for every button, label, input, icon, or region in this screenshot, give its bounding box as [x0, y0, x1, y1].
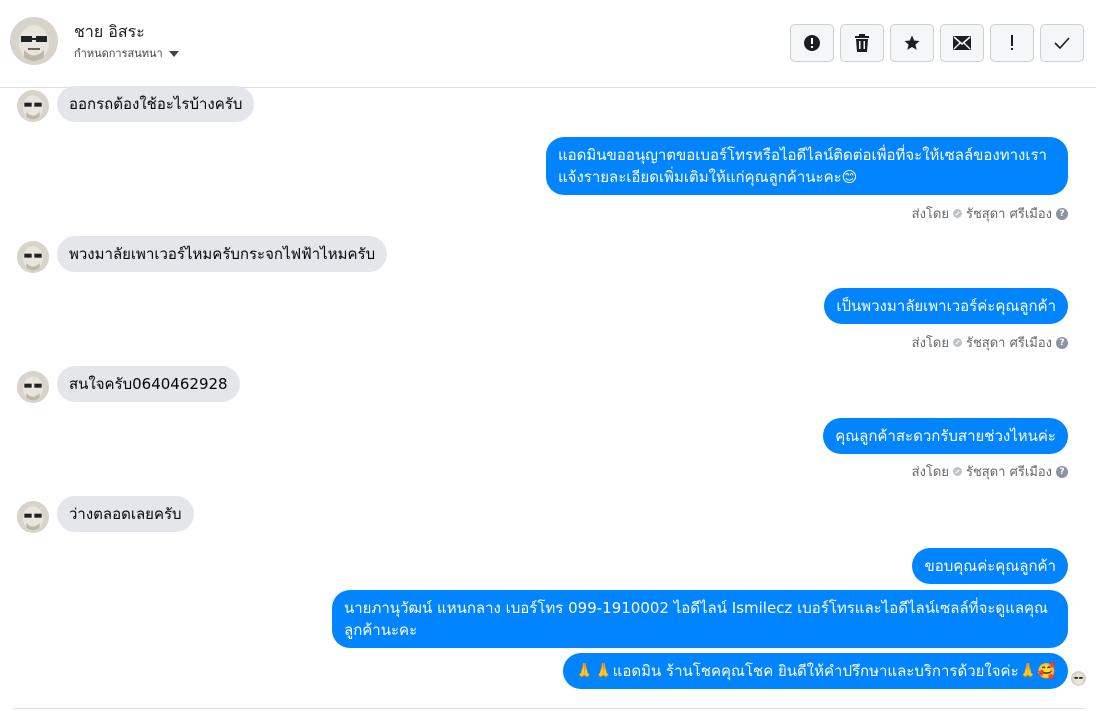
sent-by-info: ส่งโดย รัชสุดา ศรีเมือง ? — [912, 203, 1068, 224]
caret-down-icon — [168, 50, 179, 57]
incoming-message[interactable]: ออกรถต้องใช้อะไรบ้างครับ — [57, 86, 255, 122]
agent-status-icon — [952, 467, 962, 476]
contact-avatar[interactable] — [10, 17, 58, 65]
incoming-message[interactable]: สนใจครับ0640462928 — [57, 366, 240, 402]
sent-by-name[interactable]: รัชสุดา ศรีเมือง — [966, 203, 1052, 224]
mark-done-button[interactable] — [1040, 24, 1084, 62]
delete-button[interactable] — [840, 24, 884, 62]
agent-status-icon — [952, 338, 962, 347]
sent-by-info: ส่งโดย รัชสุดา ศรีเมือง ? — [912, 332, 1068, 353]
help-icon[interactable]: ? — [1056, 336, 1068, 349]
header-actions — [790, 24, 1084, 62]
mark-unread-button[interactable] — [940, 24, 984, 62]
agent-status-icon — [952, 209, 962, 218]
message-line: นายภานุวัฒน์ แหนกลาง เบอร์โทร 099-191000… — [344, 599, 1048, 617]
message-line: แอดมินขออนุญาตขอเบอร์โทรหรือไอดีไลน์ติดต… — [558, 146, 1047, 164]
contact-name: ชาย อิสระ — [74, 22, 145, 41]
outgoing-message[interactable]: คุณลูกค้าสะดวกรับสายช่วงไหนค่ะ — [823, 418, 1068, 454]
alert-circle-icon — [804, 35, 820, 51]
sent-by-prefix: ส่งโดย — [911, 336, 949, 351]
outgoing-message[interactable]: เป็นพวงมาลัยเพาเวอร์ค่ะคุณลูกค้า — [824, 288, 1068, 324]
outgoing-message[interactable]: แอดมินขออนุญาตขอเบอร์โทรหรือไอดีไลน์ติดต… — [546, 137, 1068, 195]
envelope-icon — [953, 36, 971, 50]
sent-by-name[interactable]: รัชสุดา ศรีเมือง — [966, 332, 1052, 353]
contact-avatar-small — [17, 371, 49, 403]
contact-avatar-small — [17, 90, 49, 122]
contact-avatar-small — [17, 501, 49, 533]
conversation-settings-label: กำหนดการสนทนา — [74, 47, 163, 60]
sent-by-prefix: ส่งโดย — [911, 465, 949, 480]
sent-by-info: ส่งโดย รัชสุดา ศรีเมือง ? — [912, 461, 1068, 482]
conversation-header: ชาย อิสระ กำหนดการสนทนา — [0, 0, 1096, 88]
star-button[interactable] — [890, 24, 934, 62]
outgoing-message[interactable]: ขอบคุณค่ะคุณลูกค้า — [912, 548, 1068, 584]
check-icon — [1054, 37, 1070, 49]
outgoing-message[interactable]: 🙏🙏แอดมิน ร้านโชคคุณโชค ยินดีให้คำปรึกษาแ… — [563, 653, 1068, 689]
mark-spam-button[interactable] — [790, 24, 834, 62]
conversation-settings-dropdown[interactable]: กำหนดการสนทนา — [74, 44, 179, 62]
incoming-message[interactable]: ว่างตลอดเลยครับ — [57, 496, 194, 532]
follow-up-button[interactable] — [990, 24, 1034, 62]
contact-avatar-small — [17, 241, 49, 273]
trash-icon — [855, 34, 869, 52]
message-line: แจ้งรายละเอียดเพิ่มเติมให้แก่คุณลูกค้านะ… — [558, 168, 858, 186]
sent-by-prefix: ส่งโดย — [911, 207, 949, 222]
message-line: ลูกค้านะคะ — [344, 621, 418, 639]
seen-indicator-avatar — [1071, 671, 1086, 686]
outgoing-message[interactable]: นายภานุวัฒน์ แหนกลาง เบอร์โทร 099-191000… — [332, 590, 1068, 648]
exclamation-icon — [1011, 35, 1013, 50]
star-icon — [904, 35, 920, 50]
incoming-message[interactable]: พวงมาลัยเพาเวอร์ไหมครับกระจกไฟฟ้าไหมครับ — [57, 236, 388, 272]
sent-by-name[interactable]: รัชสุดา ศรีเมือง — [966, 461, 1052, 482]
help-icon[interactable]: ? — [1056, 207, 1068, 220]
composer-divider — [14, 708, 1084, 709]
help-icon[interactable]: ? — [1056, 465, 1068, 478]
